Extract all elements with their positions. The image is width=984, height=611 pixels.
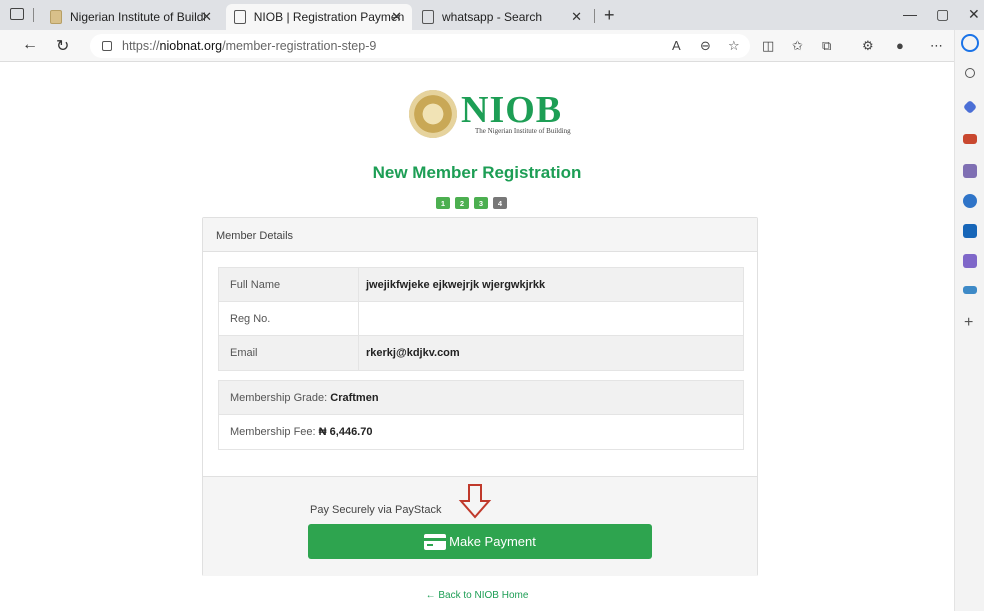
maximize-button[interactable]: ▢ [936,6,949,23]
games-icon[interactable] [963,164,977,178]
pay-securely-text: Pay Securely via PayStack [310,504,442,516]
close-tab-icon[interactable]: ✕ [391,9,402,25]
tab-title: NIOB | Registration Payment [253,10,404,24]
bing-chat-icon[interactable] [961,34,979,52]
close-tab-icon[interactable]: ✕ [571,9,582,25]
tab-registration-payment[interactable]: NIOB | Registration Payment ✕ [226,4,412,30]
url-scheme: https:// [122,39,160,53]
extensions-icon[interactable]: ⚙ [862,38,874,54]
details-table: Full Name jwejikfwjeke ejkwejrjk wjergwk… [218,267,744,371]
favorite-star-icon[interactable]: ☆ [728,38,740,54]
search-icon[interactable] [965,68,975,78]
microsoft-365-icon[interactable] [963,194,977,208]
address-bar[interactable]: https://niobnat.org/member-registration-… [90,34,750,58]
membership-fee-label: Membership Fee: [230,426,319,438]
tools-icon[interactable] [963,134,977,144]
membership-grade-label: Membership Grade: [230,392,331,404]
member-details-card: Member Details Full Name jwejikfwjeke ej… [202,217,758,576]
step-3: 3 [474,197,488,209]
split-screen-icon[interactable]: ◫ [762,38,774,54]
divider [594,9,595,23]
email-value: rkerkj@kdjkv.com [366,347,460,359]
zoom-icon[interactable]: ⊖ [700,38,711,54]
profile-avatar[interactable]: ● [896,38,904,53]
full-name-label: Full Name [219,268,359,301]
tab-bar: Nigerian Institute of Building | N ✕ NIO… [0,0,984,30]
url-host: niobnat.org [159,39,223,53]
close-tab-icon[interactable]: ✕ [201,9,212,25]
membership-fee-value: ₦ 6,446.70 [318,426,373,438]
niob-seal-icon [409,90,457,138]
table-row: Email rkerkj@kdjkv.com [219,336,743,370]
more-options-icon[interactable]: ⋯ [930,38,943,54]
step-4: 4 [493,197,507,209]
add-sidebar-app-icon[interactable]: + [964,315,978,331]
tab-actions-icon[interactable] [10,8,24,20]
site-favicon-icon [50,10,62,24]
page-content: NIOB The Nigerian Institute of Building … [0,62,954,611]
minimize-button[interactable]: — [903,6,917,22]
favorites-icon[interactable]: ✩ [792,38,803,54]
tab-niob-home[interactable]: Nigerian Institute of Building | N ✕ [42,4,222,30]
refresh-icon[interactable]: ↻ [56,36,69,56]
tab-title: whatsapp - Search [442,10,543,24]
collections-icon[interactable]: ⧉ [822,38,831,54]
membership-fee-row: Membership Fee: ₦ 6,446.70 [219,415,743,449]
page-icon [234,10,246,24]
designer-icon[interactable] [963,254,977,268]
membership-grade-row: Membership Grade: Craftmen [219,381,743,415]
card-header: Member Details [203,218,757,252]
membership-table: Membership Grade: Craftmen Membership Fe… [218,380,744,450]
back-arrow-icon[interactable]: ← [22,36,38,54]
address-toolbar: ← ↻ https://niobnat.org/member-registrat… [0,30,984,62]
membership-grade-value: Craftmen [330,392,379,404]
email-label: Email [219,336,359,370]
step-1: 1 [436,197,450,209]
make-payment-label: Make Payment [449,534,536,549]
payment-section: Pay Securely via PayStack Make Payment [203,476,757,576]
read-aloud-icon[interactable]: A [672,38,681,53]
edge-sidebar: + [954,30,984,611]
full-name-value: jwejikfwjeke ejkwejrjk wjergwkjrkk [366,279,546,291]
tab-whatsapp-search[interactable]: whatsapp - Search ✕ [414,4,592,30]
niob-logo[interactable]: NIOB The Nigerian Institute of Building [409,90,571,138]
url-path: /member-registration-step-9 [222,39,377,53]
lock-icon [102,41,112,51]
logo-text: NIOB [461,89,563,131]
page-icon [422,10,434,24]
back-to-home-link[interactable]: ← Back to NIOB Home [0,590,954,601]
down-arrow-icon [458,484,492,519]
step-2: 2 [455,197,469,209]
close-window-button[interactable]: ✕ [968,6,980,23]
reg-no-label: Reg No. [219,302,359,335]
reg-no-value [359,302,366,335]
outlook-icon[interactable] [963,224,977,238]
shopping-tag-icon[interactable] [962,99,978,115]
table-row: Full Name jwejikfwjeke ejkwejrjk wjergwk… [219,268,743,302]
drop-icon[interactable] [963,286,977,294]
logo-subtext: The Nigerian Institute of Building [475,127,571,135]
make-payment-button[interactable]: Make Payment [308,524,652,559]
divider [33,8,34,22]
new-tab-button[interactable]: + [604,5,615,26]
table-row: Reg No. [219,302,743,336]
page-title: New Member Registration [372,163,582,182]
step-indicator: 1 2 3 4 [436,197,507,209]
credit-card-icon [424,533,447,550]
tab-title: Nigerian Institute of Building | N [70,10,205,24]
